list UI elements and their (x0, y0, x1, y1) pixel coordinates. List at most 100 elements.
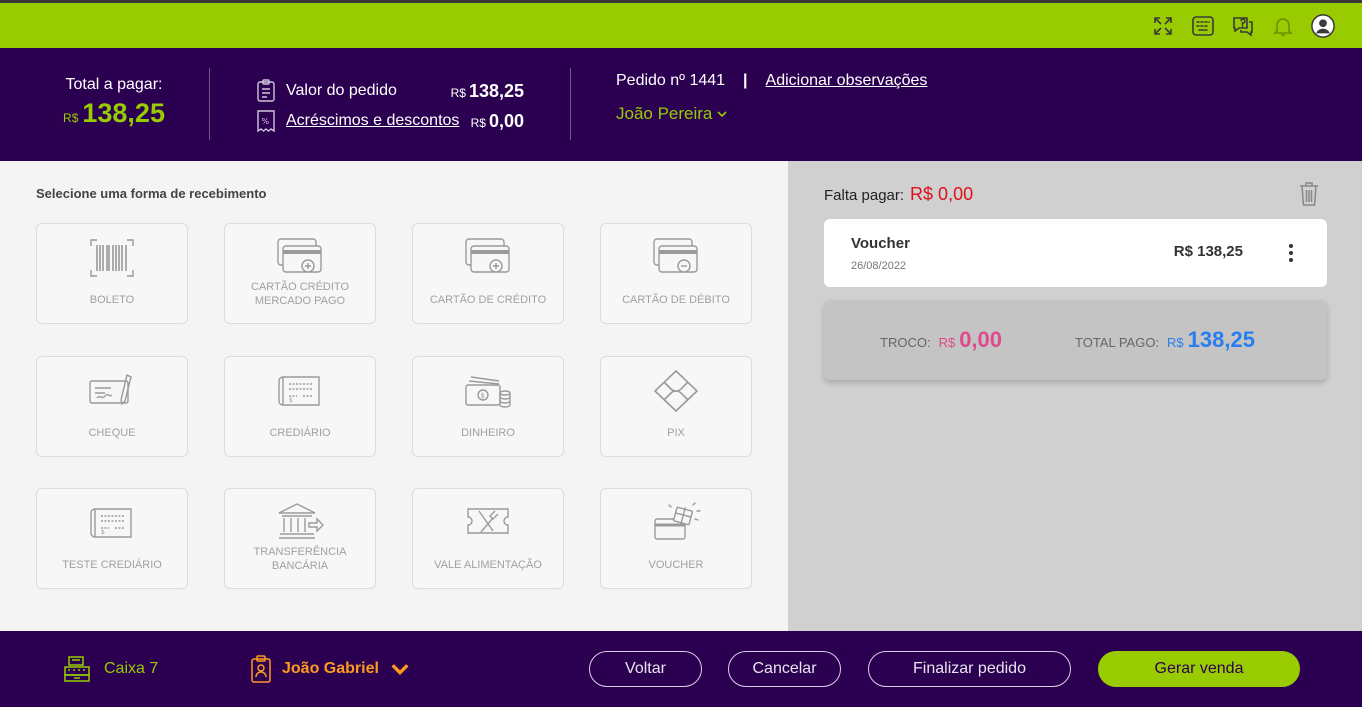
payment-method-pix[interactable]: PIX (600, 356, 752, 457)
pedido-separator: | (743, 72, 748, 89)
change-value: 0,00 (959, 327, 1003, 352)
crediario-icon: $ (87, 501, 137, 545)
valor-pedido-label: Valor do pedido (286, 82, 397, 99)
pedido-info: Pedido nº 1441 | Adicionar observações J… (616, 72, 927, 124)
keyboard-icon[interactable] (1190, 13, 1216, 39)
payment-method-voucher[interactable]: VOUCHER (600, 488, 752, 589)
generate-sale-button[interactable]: Gerar venda (1098, 651, 1300, 687)
food-voucher-icon (463, 501, 513, 545)
payment-method-label: CARTÃO DE DÉBITO (622, 294, 730, 306)
valor-pedido-value: 138,25 (468, 80, 524, 101)
customer-name: João Pereira (616, 104, 713, 123)
pedido-line: Pedido nº 1441 | Adicionar observações (616, 72, 927, 90)
acrescimos-currency: R$ (470, 115, 486, 130)
payment-entry-date: 26/08/2022 (851, 260, 907, 272)
cash-register: Caixa 7 (62, 655, 158, 683)
payment-entry-name: Voucher (851, 235, 910, 252)
payment-method-teste-crediario[interactable]: $ TESTE CREDIÁRIO (36, 488, 188, 589)
fullscreen-icon[interactable] (1150, 13, 1176, 39)
payment-method-label: CHEQUE (88, 427, 136, 439)
operator-selector[interactable]: João Gabriel (250, 655, 411, 683)
remaining-label: Falta pagar: (824, 187, 905, 204)
payment-method-label: VALE ALIMENTAÇÃO (434, 559, 542, 571)
payment-method-transferencia[interactable]: TRANSFERÊNCIA BANCÁRIA (224, 488, 376, 589)
total-to-pay: Total a pagar: R$ 138,25 (54, 76, 174, 129)
cash-icon: $ (463, 369, 513, 413)
svg-text:%: % (262, 117, 270, 126)
valor-pedido-row: Valor do pedido R$ 138,25 (255, 76, 530, 106)
payment-method-cartao-debito[interactable]: CARTÃO DE DÉBITO (600, 223, 752, 324)
footer-bar: Caixa 7 João Gabriel Voltar Cancelar Fin… (0, 631, 1362, 707)
total-value: R$ 138,25 (54, 98, 174, 129)
payment-method-label: TESTE CREDIÁRIO (62, 559, 162, 571)
order-values: Valor do pedido R$ 138,25 % Acréscimos e … (255, 76, 530, 136)
operator-name: João Gabriel (282, 660, 379, 677)
bell-icon[interactable] (1270, 13, 1296, 39)
order-header: Total a pagar: R$ 138,25 Valor do pedido … (0, 48, 1362, 161)
remaining-to-pay: Falta pagar: R$ 0,00 (824, 184, 973, 205)
customer-selector[interactable]: João Pereira (616, 104, 927, 124)
payment-method-vale-alimentacao[interactable]: VALE ALIMENTAÇÃO (412, 488, 564, 589)
valor-pedido-amount: R$ 138,25 (451, 81, 524, 102)
change-currency: R$ (938, 335, 956, 350)
cheque-icon (87, 369, 137, 413)
back-button[interactable]: Voltar (589, 651, 702, 687)
payment-methods-title: Selecione uma forma de recebimento (36, 186, 267, 201)
total-paid-label: TOTAL PAGO: (1075, 335, 1160, 350)
payment-method-cheque[interactable]: CHEQUE (36, 356, 188, 457)
bank-transfer-icon (275, 501, 325, 545)
discount-receipt-icon: % (257, 110, 275, 133)
barcode-icon (87, 236, 137, 280)
payment-method-dinheiro[interactable]: $ DINHEIRO (412, 356, 564, 457)
user-avatar-icon[interactable] (1310, 13, 1336, 39)
valor-pedido-currency: R$ (450, 85, 466, 100)
payment-method-label: VOUCHER (648, 559, 704, 571)
credit-card-plus-icon (463, 236, 513, 280)
remaining-value: R$ 0,00 (910, 184, 974, 204)
payment-method-label: TRANSFERÊNCIA BANCÁRIA (253, 546, 347, 572)
total-amount: 138,25 (82, 98, 165, 128)
more-vertical-icon[interactable] (1281, 241, 1301, 265)
payment-method-credito-mercado-pago[interactable]: CARTÃO CRÉDITO MERCADO PAGO (224, 223, 376, 324)
total-currency: R$ (63, 111, 79, 125)
change-amount: TROCO: R$ 0,00 (880, 327, 1002, 353)
add-observations-link[interactable]: Adicionar observações (766, 72, 928, 90)
finish-order-button[interactable]: Finalizar pedido (868, 651, 1071, 687)
pedido-number: Pedido nº 1441 (616, 72, 726, 89)
payment-method-label: DINHEIRO (461, 427, 515, 439)
total-paid-value: 138,25 (1187, 327, 1255, 352)
payment-method-boleto[interactable]: BOLETO (36, 223, 188, 324)
svg-text:$: $ (101, 529, 105, 536)
trash-icon[interactable] (1298, 181, 1320, 207)
payment-entry[interactable]: Voucher 26/08/2022 R$ 138,25 (824, 219, 1327, 287)
payments-panel: Falta pagar: R$ 0,00 Voucher 26/08/2022 R… (788, 161, 1362, 631)
credit-card-plus-icon (275, 236, 325, 280)
acrescimos-amount: R$ 0,00 (471, 111, 524, 132)
header-divider (570, 68, 571, 140)
acrescimos-value: 0,00 (488, 110, 524, 131)
payment-entry-amount: R$ 138,25 (1173, 243, 1243, 260)
payment-method-cartao-credito[interactable]: CARTÃO DE CRÉDITO (412, 223, 564, 324)
clipboard-icon (257, 79, 275, 102)
payment-summary: TROCO: R$ 0,00 TOTAL PAGO: R$ 138,25 (824, 300, 1327, 380)
crediario-icon: $ (275, 369, 325, 413)
payment-method-label: PIX (667, 427, 685, 439)
badge-icon (251, 655, 271, 683)
payment-method-label: CARTÃO CRÉDITO MERCADO PAGO (251, 281, 349, 307)
cash-register-icon (64, 656, 90, 682)
acrescimos-row: % Acréscimos e descontos R$ 0,00 (255, 106, 530, 136)
total-paid: TOTAL PAGO: R$ 138,25 (1075, 327, 1255, 353)
acrescimos-link[interactable]: Acréscimos e descontos (286, 112, 459, 130)
help-icon[interactable] (1230, 13, 1256, 39)
chevron-down-icon (717, 111, 727, 118)
payment-method-label: BOLETO (89, 294, 135, 306)
top-bar (0, 0, 1362, 48)
debit-card-minus-icon (651, 236, 701, 280)
cancel-button[interactable]: Cancelar (728, 651, 841, 687)
total-paid-currency: R$ (1167, 335, 1184, 350)
payment-method-crediario[interactable]: $ CREDIÁRIO (224, 356, 376, 457)
payment-method-label: CREDIÁRIO (269, 427, 331, 439)
payment-method-label: CARTÃO DE CRÉDITO (429, 294, 547, 306)
chevron-down-icon (391, 664, 409, 676)
svg-text:$: $ (481, 392, 485, 400)
